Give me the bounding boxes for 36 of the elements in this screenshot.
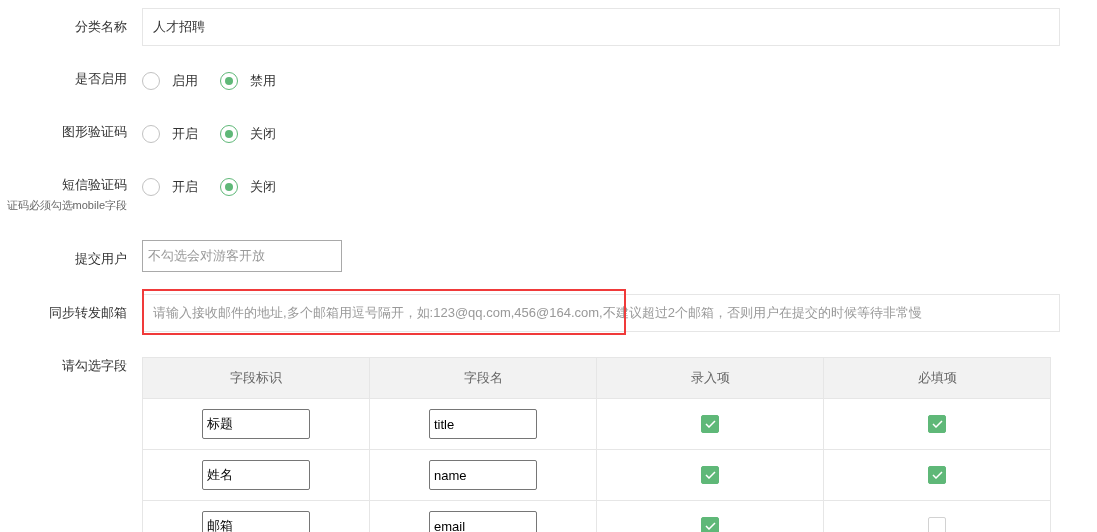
- field-name-input[interactable]: email: [429, 511, 537, 532]
- check-icon: [931, 471, 943, 479]
- field-id-input[interactable]: 邮箱: [202, 511, 310, 532]
- radio-option[interactable]: 开启: [142, 125, 198, 143]
- radio-option[interactable]: 启用: [142, 72, 198, 90]
- field-label: 同步转发邮箱: [49, 304, 127, 322]
- column-header: 字段标识: [142, 357, 370, 399]
- column-header: 必填项: [823, 357, 1051, 399]
- column-header: 字段名: [369, 357, 597, 399]
- field-name-input[interactable]: name: [429, 460, 537, 490]
- field-name-input[interactable]: title: [429, 409, 537, 439]
- checkbox[interactable]: [928, 466, 946, 484]
- field-id-input[interactable]: 标题: [202, 409, 310, 439]
- checkbox[interactable]: [701, 466, 719, 484]
- field-label: 请勾选字段: [62, 357, 127, 375]
- radio-option[interactable]: 禁用: [220, 72, 276, 90]
- radio-option[interactable]: 开启: [142, 178, 198, 196]
- field-hint: 证码必须勾选mobile字段: [6, 198, 127, 213]
- checkbox[interactable]: [928, 517, 946, 532]
- field-label: 是否启用: [75, 70, 127, 88]
- check-icon: [704, 471, 716, 479]
- check-icon: [704, 420, 716, 428]
- field-label: 分类名称: [75, 18, 127, 36]
- checkbox[interactable]: [928, 415, 946, 433]
- check-icon: [931, 420, 943, 428]
- category-name-field[interactable]: 人才招聘: [142, 8, 1060, 46]
- checkbox[interactable]: [701, 415, 719, 433]
- field-label: 图形验证码: [62, 123, 127, 141]
- column-header: 录入项: [596, 357, 824, 399]
- field-label: 短信验证码: [62, 176, 127, 194]
- check-icon: [704, 522, 716, 530]
- field-id-input[interactable]: 姓名: [202, 460, 310, 490]
- radio-option[interactable]: 关闭: [220, 125, 276, 143]
- radio-option[interactable]: 关闭: [220, 178, 276, 196]
- checkbox[interactable]: [701, 517, 719, 532]
- field-label: 提交用户: [75, 250, 127, 268]
